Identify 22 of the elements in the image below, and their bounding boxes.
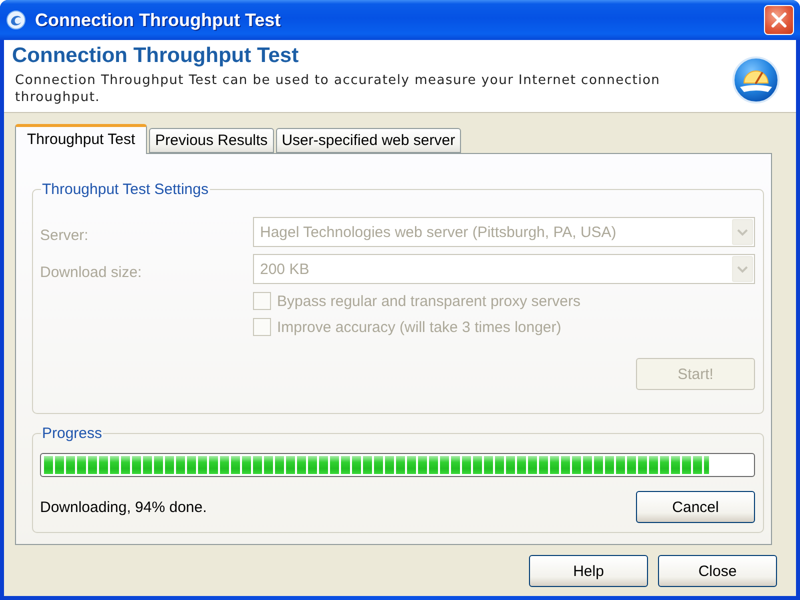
tab[interactable]: User-specified web server <box>276 128 462 153</box>
app-icon <box>6 10 26 30</box>
chevron-down-icon <box>737 228 748 236</box>
field-label: Download size: <box>40 262 143 280</box>
group-title: Throughput Test Settings <box>41 181 210 198</box>
header-description: Connection Throughput Test can be used to accurately measure your Internet connection throughput. <box>15 72 662 106</box>
close-button[interactable] <box>764 5 794 35</box>
close-icon <box>771 12 787 28</box>
gauge-icon <box>732 56 780 104</box>
tab[interactable]: Throughput Test <box>15 124 148 154</box>
group-title: Progress <box>41 425 104 442</box>
cancel-button[interactable]: Cancel <box>636 491 755 523</box>
field-label: Server: <box>40 226 90 244</box>
dialog-button[interactable]: Help <box>529 555 648 587</box>
chevron-down-icon <box>737 266 748 272</box>
dialog-button[interactable]: Close <box>658 555 777 587</box>
checkbox-label: Improve accuracy (will take 3 times longer) <box>277 318 562 336</box>
window-title: Connection Throughput Test <box>35 10 281 30</box>
tab[interactable]: Previous Results <box>149 128 274 153</box>
status-text: Downloading, 94% done. <box>40 499 207 516</box>
header-title: Connection Throughput Test <box>12 43 300 69</box>
checkbox-label: Bypass regular and transparent proxy servers <box>277 292 580 310</box>
